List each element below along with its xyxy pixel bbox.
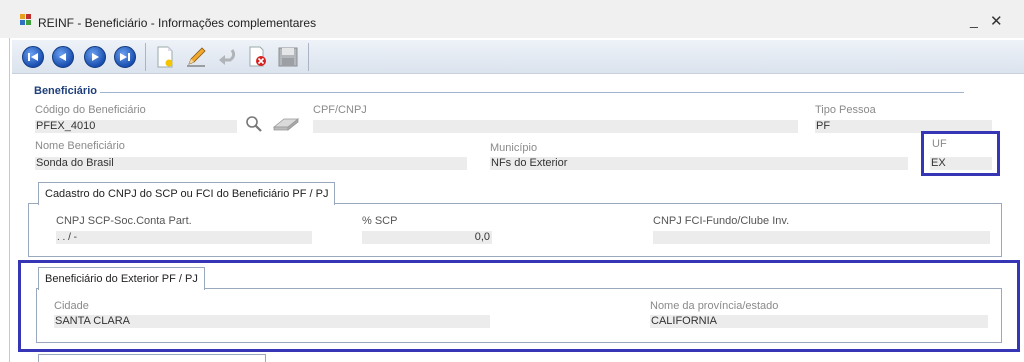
previous-record-button[interactable] <box>50 44 76 70</box>
section-title-beneficiario: Beneficiário <box>34 85 97 97</box>
undo-icon <box>219 49 236 65</box>
undo-button[interactable] <box>214 44 240 70</box>
last-icon <box>120 53 130 61</box>
exterior-highlight-box <box>18 260 1020 352</box>
delete-record-button[interactable] <box>245 44 271 70</box>
first-icon <box>28 53 38 61</box>
previous-icon <box>59 53 66 61</box>
cpf-cnpj-label: CPF/CNPJ <box>313 104 367 116</box>
municipio-field[interactable]: NFs do Exterior <box>490 157 908 170</box>
nome-beneficiario-label: Nome Beneficiário <box>35 140 125 152</box>
municipio-label: Município <box>490 142 538 154</box>
app-icon <box>20 14 31 25</box>
minimize-button[interactable]: _ <box>970 12 978 28</box>
save-icon <box>278 47 298 67</box>
tipo-pessoa-label: Tipo Pessoa <box>815 104 876 116</box>
new-record-button[interactable] <box>152 44 178 70</box>
toolbar <box>12 40 1024 74</box>
codigo-beneficiario-label: Código do Beneficiário <box>35 104 146 116</box>
toolbar-separator <box>308 43 309 71</box>
delete-icon <box>249 46 266 67</box>
tab-cadastro-cnpj-scp-fci[interactable]: Cadastro do CNPJ do SCP ou FCI do Benefi… <box>38 182 336 205</box>
nome-beneficiario-field[interactable]: Sonda do Brasil <box>35 157 467 170</box>
next-icon <box>92 53 99 61</box>
uf-highlight-box <box>921 131 1000 176</box>
cnpj-fci-label: CNPJ FCI-Fundo/Clube Inv. <box>653 215 790 227</box>
cnpj-scp-label: CNPJ SCP-Soc.Conta Part. <box>56 215 192 227</box>
cnpj-scp-field[interactable]: . . / - <box>56 231 312 244</box>
save-button[interactable] <box>275 44 301 70</box>
first-record-button[interactable] <box>20 44 46 70</box>
close-button[interactable]: ✕ <box>990 12 1003 30</box>
last-record-button[interactable] <box>112 44 138 70</box>
window-title: REINF - Beneficiário - Informações compl… <box>38 16 317 30</box>
toolbar-separator <box>145 43 146 71</box>
pencil-icon <box>187 47 206 67</box>
title-bar: REINF - Beneficiário - Informações compl… <box>0 0 1024 38</box>
new-document-icon <box>157 46 173 68</box>
search-icon[interactable] <box>245 115 263 136</box>
scp-percent-field[interactable]: 0,0 <box>362 231 492 244</box>
next-tab-partial[interactable] <box>38 354 266 362</box>
scp-percent-label: % SCP <box>362 215 398 227</box>
edit-record-button[interactable] <box>183 44 209 70</box>
window-border <box>9 0 10 362</box>
cadastro-scp-group <box>28 203 1002 257</box>
cpf-cnpj-field[interactable] <box>313 120 798 133</box>
next-record-button[interactable] <box>82 44 108 70</box>
section-divider <box>100 92 964 93</box>
codigo-beneficiario-field[interactable]: PFEX_4010 <box>35 120 237 133</box>
cnpj-fci-field[interactable] <box>653 231 990 244</box>
eraser-icon[interactable] <box>272 116 300 135</box>
